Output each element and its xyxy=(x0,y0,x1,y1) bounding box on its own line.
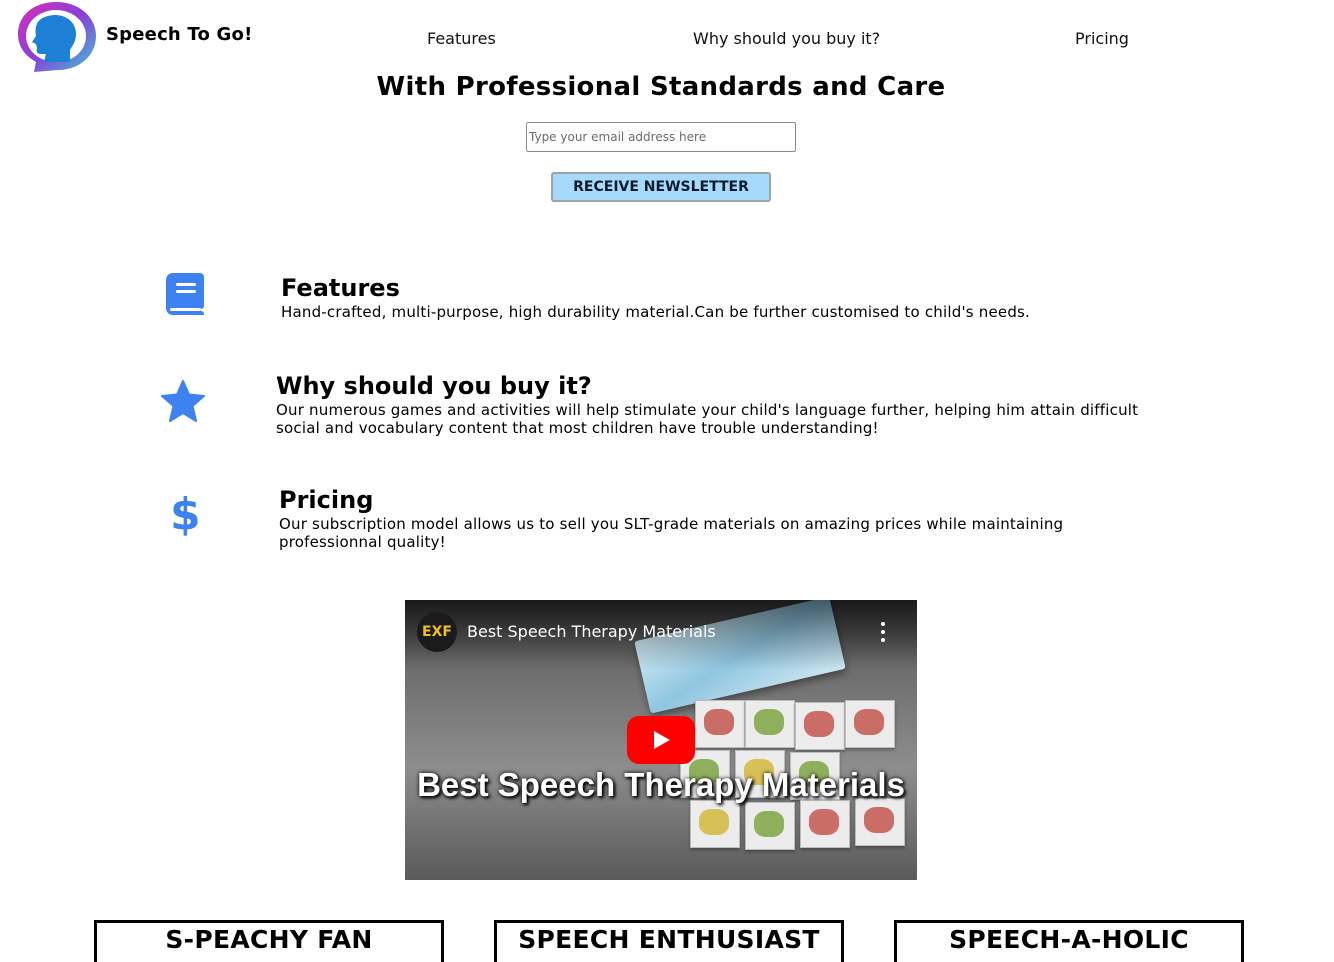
picture-card xyxy=(695,700,745,748)
picture-card xyxy=(745,700,795,748)
feature-title-features: Features xyxy=(281,274,400,302)
brand-name[interactable]: Speech To Go! xyxy=(106,24,253,45)
play-icon xyxy=(654,731,670,749)
star-icon xyxy=(161,380,205,422)
nav-features-link[interactable]: Features xyxy=(427,29,496,48)
receive-newsletter-button[interactable]: Receive Newsletter xyxy=(551,172,771,202)
video-player[interactable]: EXF Best Speech Therapy Materials Best S… xyxy=(405,600,917,880)
video-overlay-title: Best Speech Therapy Materials xyxy=(417,766,905,803)
picture-card xyxy=(745,802,795,850)
feature-text-features: Hand-crafted, multi-purpose, high durabi… xyxy=(281,303,1031,321)
picture-card xyxy=(795,702,845,750)
play-button[interactable] xyxy=(627,716,695,764)
plan-card-speech-a-holic[interactable]: SPEECH-A-HOLIC xyxy=(894,920,1244,962)
book-icon xyxy=(166,273,204,315)
more-options-icon[interactable] xyxy=(879,622,887,642)
picture-card xyxy=(855,798,905,846)
email-input[interactable] xyxy=(526,122,796,152)
feature-text-why: Our numerous games and activities will h… xyxy=(276,401,1139,437)
channel-avatar[interactable]: EXF xyxy=(417,612,457,652)
logo-icon[interactable] xyxy=(14,0,98,74)
video-title[interactable]: Best Speech Therapy Materials xyxy=(467,622,716,641)
feature-title-why: Why should you buy it? xyxy=(276,372,592,400)
nav-pricing-link[interactable]: Pricing xyxy=(1075,29,1129,48)
plan-card-speech-enthusiast[interactable]: SPEECH ENTHUSIAST xyxy=(494,920,844,962)
feature-title-pricing: Pricing xyxy=(279,486,374,514)
hero-title: With Professional Standards and Care xyxy=(376,72,946,102)
nav-why-link[interactable]: Why should you buy it? xyxy=(693,29,880,48)
picture-card xyxy=(800,800,850,848)
plan-card-speachy-fan[interactable]: S-PEACHY FAN xyxy=(94,920,444,962)
picture-card xyxy=(845,700,895,748)
page: Speech To Go! Features Why should you bu… xyxy=(0,0,1334,962)
picture-card xyxy=(690,800,740,848)
dollar-icon: $ xyxy=(170,489,201,540)
feature-text-pricing: Our subscription model allows us to sell… xyxy=(279,515,1064,551)
